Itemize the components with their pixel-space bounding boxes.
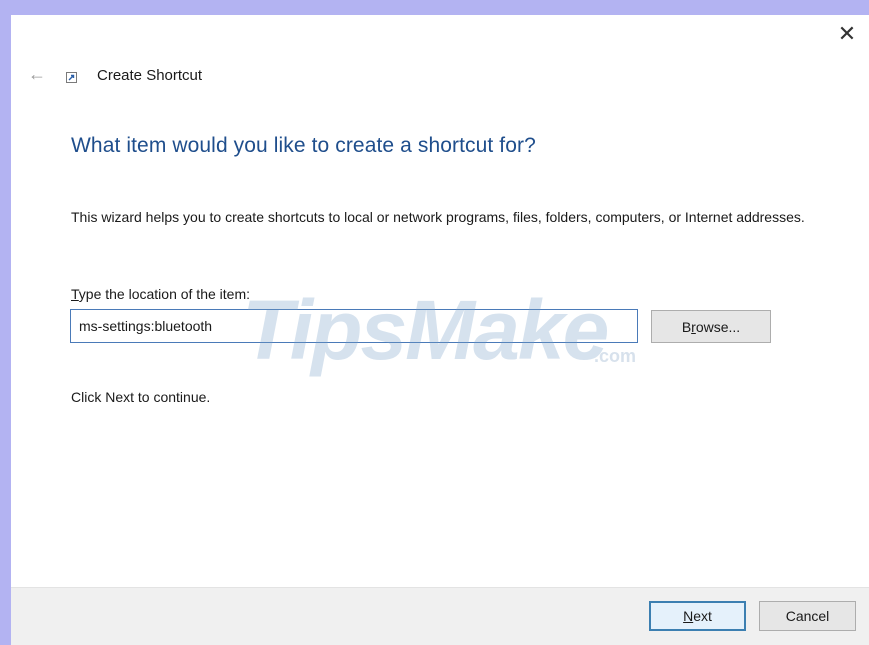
create-shortcut-dialog: ✕ ← Create Shortcut What item would you … bbox=[0, 0, 869, 645]
back-arrow-icon[interactable]: ← bbox=[24, 63, 50, 85]
shortcut-icon bbox=[66, 72, 77, 83]
label-accelerator: T bbox=[71, 286, 79, 302]
continue-instruction: Click Next to continue. bbox=[71, 389, 211, 405]
cancel-button[interactable]: Cancel bbox=[759, 601, 856, 631]
watermark-suffix: .com bbox=[594, 346, 637, 366]
window-top-border bbox=[0, 0, 869, 15]
window-left-border bbox=[0, 0, 11, 645]
browse-label-pre: B bbox=[681, 318, 692, 335]
next-button[interactable]: Next bbox=[649, 601, 746, 631]
location-input[interactable] bbox=[70, 309, 638, 343]
next-accelerator: N bbox=[683, 608, 694, 624]
close-icon[interactable]: ✕ bbox=[833, 20, 861, 48]
label-text: ype the location of the item: bbox=[78, 286, 250, 302]
dialog-title: Create Shortcut bbox=[97, 67, 203, 84]
browse-button[interactable]: Br owse... bbox=[651, 310, 771, 343]
wizard-description: This wizard helps you to create shortcut… bbox=[71, 209, 805, 225]
browse-label-post: owse... bbox=[695, 318, 741, 335]
page-heading: What item would you like to create a sho… bbox=[71, 134, 536, 157]
next-label: ext bbox=[693, 608, 712, 624]
location-field-label: Type the location of the item: bbox=[71, 286, 250, 302]
